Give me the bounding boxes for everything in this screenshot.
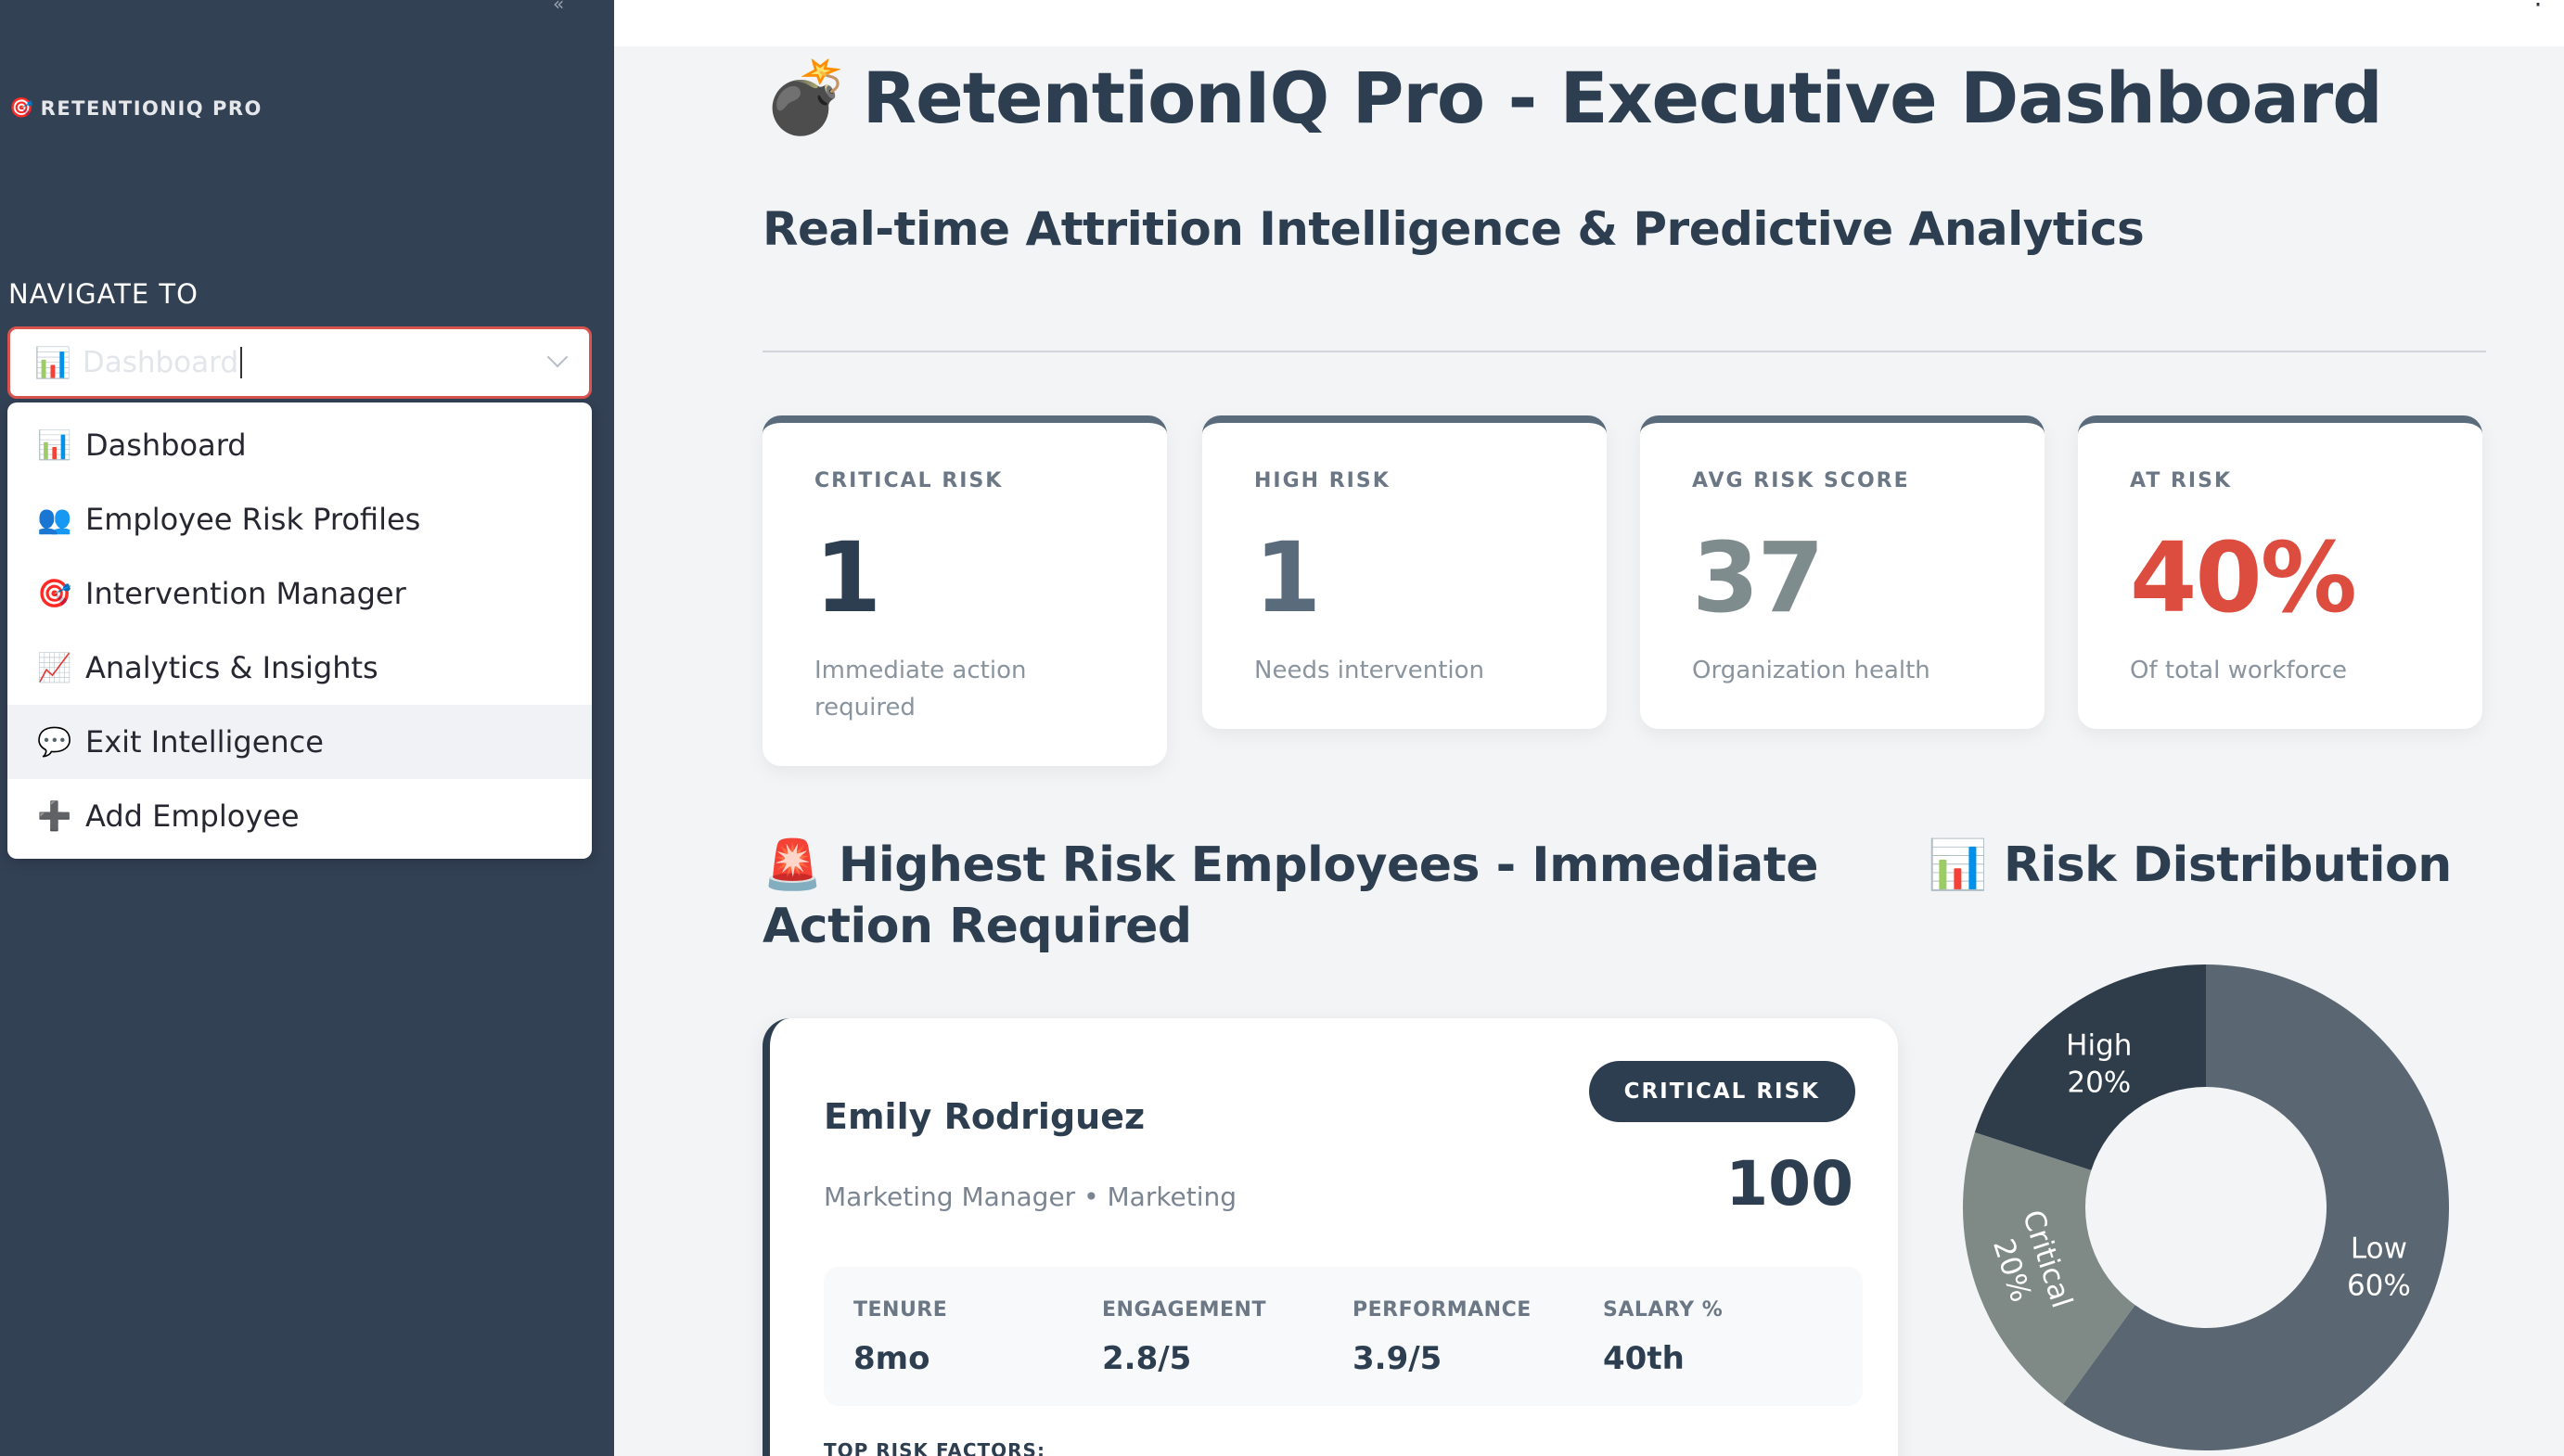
metric-subtext: Of total workforce xyxy=(2130,657,2347,684)
navigation-select-value: Dashboard xyxy=(82,346,239,379)
siren-icon: 🚨 xyxy=(763,837,823,893)
metric-label: AT RISK xyxy=(2130,469,2233,492)
risk-distribution-heading-text: Risk Distribution xyxy=(2003,837,2452,893)
metric-label: AVG RISK SCORE xyxy=(1692,469,1910,492)
stat-performance: PERFORMANCE 3.9/5 xyxy=(1353,1298,1532,1377)
metric-card-at-risk: AT RISK 40% Of total workforce xyxy=(2078,415,2482,729)
stat-label: PERFORMANCE xyxy=(1353,1298,1532,1322)
nav-label: NAVIGATE TO xyxy=(8,278,199,310)
trend-chart-icon: 📈 xyxy=(37,651,72,684)
menu-item-label: Add Employee xyxy=(85,798,300,834)
metric-value: 1 xyxy=(814,521,881,634)
page-subtitle: Real-time Attrition Intelligence & Predi… xyxy=(763,202,2145,256)
menu-item-exit-intelligence[interactable]: 💬 Exit Intelligence xyxy=(7,705,592,779)
metric-value: 40% xyxy=(2130,521,2357,634)
top-bar: ⋮ xyxy=(614,0,2564,46)
metric-card-high-risk: HIGH RISK 1 Needs intervention xyxy=(1202,415,1607,729)
stat-value: 2.8/5 xyxy=(1102,1340,1192,1377)
page-title: 💣 RetentionIQ Pro - Executive Dashboard xyxy=(763,56,2383,139)
sidebar-brand: 🎯 RETENTIONIQ PRO xyxy=(9,96,263,120)
menu-item-label: Intervention Manager xyxy=(85,576,406,611)
employee-role: Marketing Manager • Marketing xyxy=(824,1181,1237,1212)
risk-distribution-heading: 📊 Risk Distribution xyxy=(1928,835,2452,896)
employee-name: Emily Rodriguez xyxy=(824,1096,1146,1137)
bar-chart-icon: 📊 xyxy=(1928,837,1988,893)
deploy-menu-icon[interactable]: ⋮ xyxy=(2525,0,2551,10)
brand-label: RETENTIONIQ PRO xyxy=(40,96,263,120)
top-risk-factors-label: TOP RISK FACTORS: xyxy=(824,1439,1045,1456)
highest-risk-heading: 🚨 Highest Risk Employees - Immediate Act… xyxy=(763,835,1857,957)
menu-item-label: Analytics & Insights xyxy=(85,650,378,685)
metric-subtext: Organization health xyxy=(1692,657,1930,684)
stat-tenure: TENURE 8mo xyxy=(853,1298,947,1377)
navigation-select[interactable]: 📊 Dashboard xyxy=(7,326,592,399)
speech-bubble-icon: 💬 xyxy=(37,725,72,759)
metric-subtext: Immediate action required xyxy=(814,657,1027,722)
stat-salary-percentile: SALARY % 40th xyxy=(1603,1298,1723,1377)
plus-icon: ➕ xyxy=(37,799,72,833)
employee-risk-card[interactable]: Emily Rodriguez Marketing Manager • Mark… xyxy=(763,1018,1898,1456)
menu-item-dashboard[interactable]: 📊 Dashboard xyxy=(7,408,592,482)
slice-percent-label: 60% xyxy=(2347,1270,2411,1303)
metric-card-avg-risk-score: AVG RISK SCORE 37 Organization health xyxy=(1640,415,2045,729)
status-badge: CRITICAL RISK xyxy=(1588,1061,1855,1122)
slice-category-label: High xyxy=(2066,1028,2132,1062)
menu-item-label: Exit Intelligence xyxy=(85,724,324,760)
risk-score: 100 xyxy=(1725,1148,1853,1220)
risk-distribution-chart[interactable]: Low 60% Critical 20% High 20% xyxy=(1957,959,2458,1456)
bar-chart-icon: 📊 xyxy=(34,345,71,380)
sidebar: « 🎯 RETENTIONIQ PRO NAVIGATE TO 📊 Dashbo… xyxy=(0,0,614,1456)
metric-value: 1 xyxy=(1254,521,1321,634)
donut-chart: Low60%Critical20%High20% xyxy=(1963,964,2449,1450)
bomb-icon: 💣 xyxy=(763,56,851,138)
stat-value: 3.9/5 xyxy=(1353,1340,1442,1377)
metric-value: 37 xyxy=(1692,521,1825,634)
slice-category-label: Low xyxy=(2351,1232,2407,1266)
navigation-dropdown-menu: 📊 Dashboard 👥 Employee Risk Profiles 🎯 I… xyxy=(7,402,592,859)
menu-item-analytics-insights[interactable]: 📈 Analytics & Insights xyxy=(7,631,592,705)
divider xyxy=(763,351,2486,352)
menu-item-employee-risk-profiles[interactable]: 👥 Employee Risk Profiles xyxy=(7,482,592,556)
highest-risk-heading-text: Highest Risk Employees - Immediate Actio… xyxy=(763,837,1819,954)
stat-value: 40th xyxy=(1603,1340,1685,1377)
menu-item-label: Dashboard xyxy=(85,428,247,463)
stat-value: 8mo xyxy=(853,1340,930,1377)
text-cursor xyxy=(240,347,243,378)
slice-percent-label: 20% xyxy=(2067,1066,2131,1099)
menu-item-label: Employee Risk Profiles xyxy=(85,502,421,537)
metric-label: HIGH RISK xyxy=(1254,469,1391,492)
metric-subtext: Needs intervention xyxy=(1254,657,1485,684)
metric-card-critical-risk: CRITICAL RISK 1 Immediate action require… xyxy=(763,415,1167,766)
collapse-sidebar-icon[interactable]: « xyxy=(553,0,564,15)
employee-stats: TENURE 8mo ENGAGEMENT 2.8/5 PERFORMANCE … xyxy=(824,1267,1863,1406)
target-icon: 🎯 xyxy=(37,577,72,610)
stat-engagement: ENGAGEMENT 2.8/5 xyxy=(1102,1298,1266,1377)
target-icon: 🎯 xyxy=(9,96,35,119)
people-icon: 👥 xyxy=(37,503,72,536)
bar-chart-icon: 📊 xyxy=(37,428,72,462)
menu-item-add-employee[interactable]: ➕ Add Employee xyxy=(7,779,592,853)
page-title-text: RetentionIQ Pro - Executive Dashboard xyxy=(862,56,2383,139)
stat-label: ENGAGEMENT xyxy=(1102,1298,1266,1322)
metric-label: CRITICAL RISK xyxy=(814,469,1004,492)
stat-label: TENURE xyxy=(853,1298,948,1322)
chevron-down-icon[interactable] xyxy=(546,346,569,368)
stat-label: SALARY % xyxy=(1603,1298,1724,1322)
menu-item-intervention-manager[interactable]: 🎯 Intervention Manager xyxy=(7,556,592,631)
